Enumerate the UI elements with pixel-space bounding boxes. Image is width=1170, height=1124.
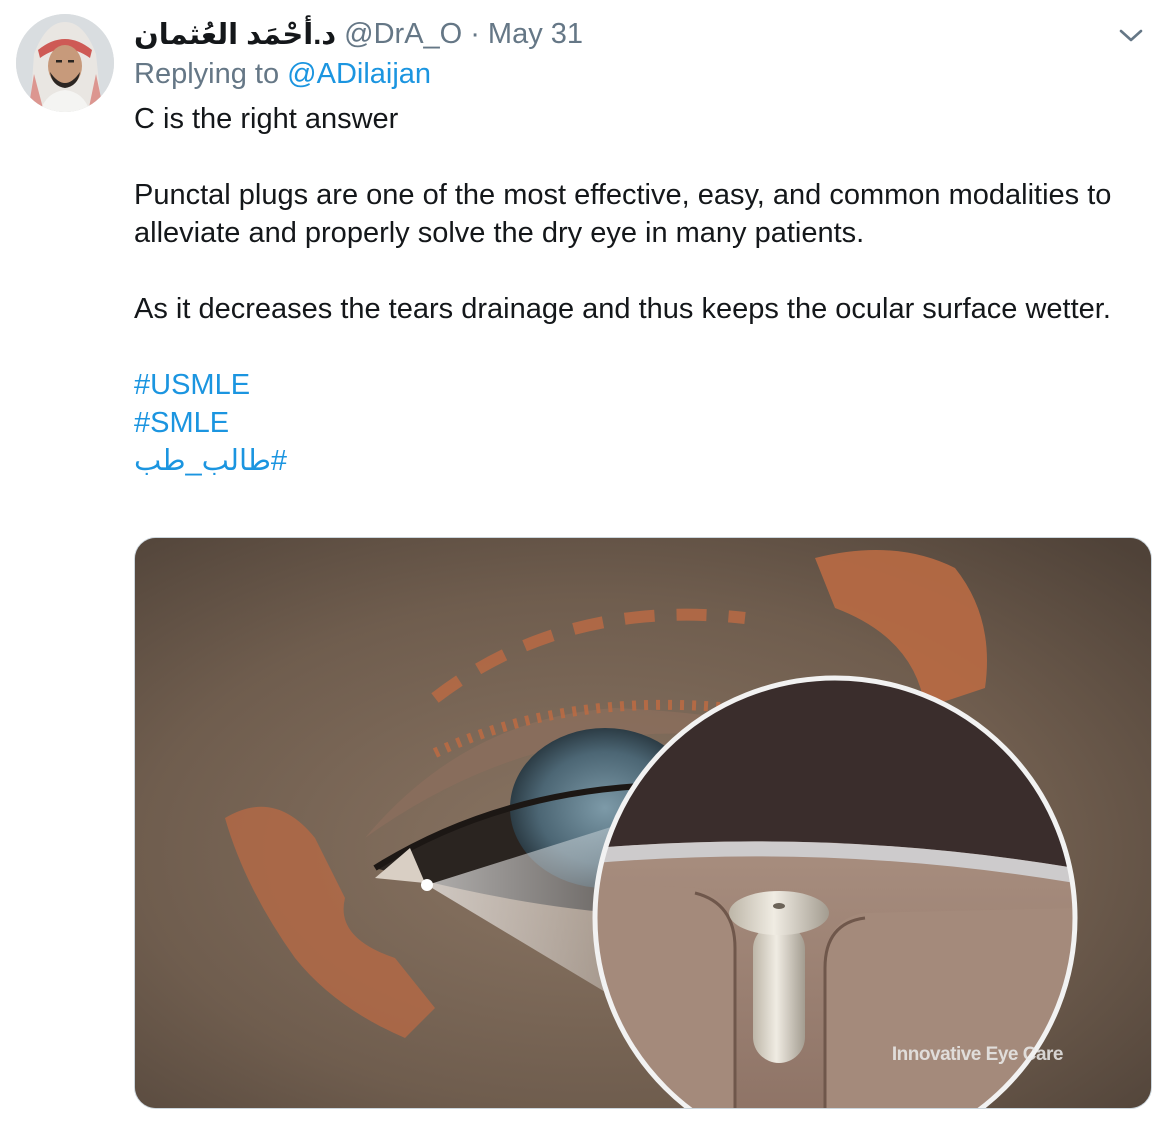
hashtag-usmle[interactable]: #USMLE bbox=[134, 366, 1154, 404]
separator-dot: · bbox=[470, 17, 480, 50]
reply-context: Replying to @ADilaijan bbox=[134, 58, 431, 91]
eye-punctal-plug-illustration bbox=[135, 538, 1151, 1108]
tweet-paragraph-drainage: As it decreases the tears drainage and t… bbox=[134, 293, 1111, 325]
display-name[interactable]: د.أحْمَد العُثمان bbox=[134, 17, 336, 52]
reply-mention-link[interactable]: @ADilaijan bbox=[287, 58, 431, 90]
tweet-paragraph-plugs: Punctal plugs are one of the most effect… bbox=[134, 179, 1112, 249]
hashtag-medical-student[interactable]: #طالب_طب bbox=[134, 442, 1154, 480]
tweet-body: C is the right answer Punctal plugs are … bbox=[134, 100, 1154, 480]
tweet-header: د.أحْمَد العُثمان @DrA_O · May 31 bbox=[134, 14, 583, 54]
tweet-media[interactable]: Innovative Eye Care bbox=[134, 537, 1152, 1109]
avatar[interactable] bbox=[16, 14, 114, 112]
avatar-image bbox=[16, 14, 114, 112]
chevron-down-icon[interactable] bbox=[1118, 24, 1144, 46]
tweet: د.أحْمَد العُثمان @DrA_O · May 31 Replyi… bbox=[0, 0, 1170, 1124]
hashtag-smle[interactable]: #SMLE bbox=[134, 404, 1154, 442]
reply-prefix: Replying to bbox=[134, 58, 280, 90]
user-handle[interactable]: @DrA_O bbox=[344, 18, 462, 51]
media-watermark: Innovative Eye Care bbox=[891, 1044, 1064, 1065]
tweet-date[interactable]: May 31 bbox=[488, 18, 583, 51]
tweet-line-answer: C is the right answer bbox=[134, 103, 399, 135]
